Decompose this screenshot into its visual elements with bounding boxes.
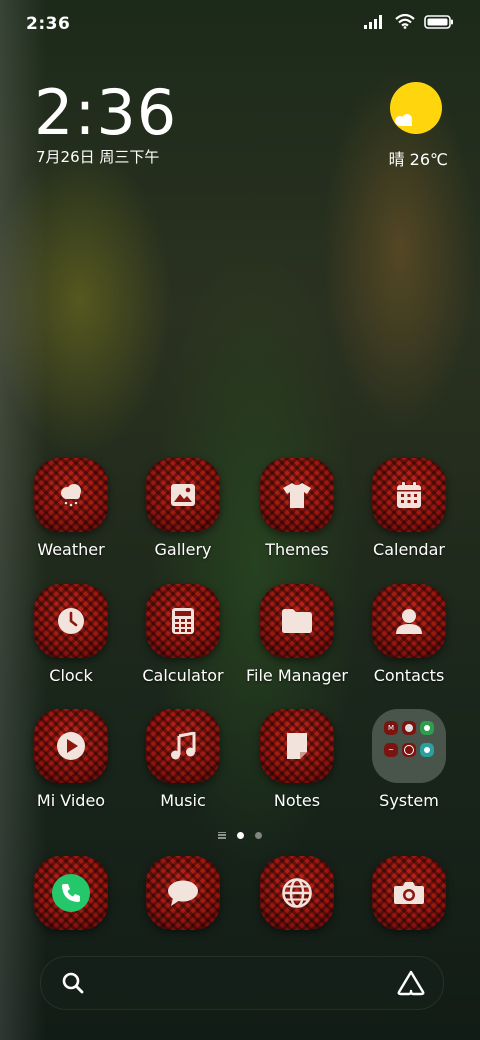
assistant-icon[interactable]: [397, 970, 425, 996]
app-drawer-lines-icon[interactable]: [218, 831, 226, 839]
app-contacts[interactable]: Contacts: [354, 584, 464, 685]
gallery-app-icon[interactable]: [146, 458, 220, 532]
home-screen: 2:36 2:36 7月26日 周三下午 晴 26℃ Weather Galle…: [0, 0, 480, 1040]
app-label-contacts: Contacts: [373, 666, 445, 685]
page-indicator[interactable]: [0, 826, 480, 844]
app-clock[interactable]: Clock: [16, 584, 126, 685]
browser-icon: [282, 878, 312, 908]
app-mi-video[interactable]: Mi Video: [16, 709, 126, 810]
camera-app-icon[interactable]: [372, 856, 446, 930]
app-label-themes: Themes: [265, 540, 329, 559]
mi-video-app-icon[interactable]: [34, 709, 108, 783]
page-dot[interactable]: [255, 831, 262, 839]
gallery-icon: [171, 484, 195, 506]
app-label-file-manager: File Manager: [246, 666, 348, 685]
file-manager-app-icon[interactable]: [260, 584, 334, 658]
music-app-icon[interactable]: [146, 709, 220, 783]
mi-mini-icon: M: [384, 721, 398, 735]
app-calculator[interactable]: Calculator: [128, 584, 238, 685]
sun-icon: [390, 82, 442, 134]
weather-text: 晴 26℃: [388, 150, 448, 169]
app-music[interactable]: Music: [128, 709, 238, 810]
weather-app-icon[interactable]: [34, 458, 108, 532]
camera-icon: [394, 882, 424, 904]
calendar-app-icon[interactable]: [372, 458, 446, 532]
app-themes[interactable]: Themes: [242, 458, 352, 559]
app-label-clock: Clock: [49, 666, 93, 685]
calculator-icon: [172, 608, 194, 634]
notes-icon: [287, 733, 307, 759]
play-icon: [57, 732, 85, 760]
app-calendar[interactable]: Calendar: [354, 458, 464, 559]
app-file-manager[interactable]: File Manager: [242, 584, 352, 685]
app-label-calendar: Calendar: [373, 540, 445, 559]
clock-app-icon[interactable]: [34, 584, 108, 658]
app-gallery[interactable]: Gallery: [128, 458, 238, 559]
clock-widget-time[interactable]: 2:36: [34, 76, 177, 149]
calendar-icon: [397, 482, 421, 508]
app-label-mi-video: Mi Video: [36, 791, 106, 810]
status-bar: 2:36: [0, 0, 480, 50]
battery-icon: [424, 14, 453, 29]
phone-app-icon[interactable]: [34, 856, 108, 930]
app-label-calculator: Calculator: [142, 666, 224, 685]
music-icon: [171, 732, 196, 760]
phone-icon: [52, 874, 90, 912]
messages-icon: [168, 880, 198, 906]
security-mini-icon: [402, 721, 416, 735]
folder-icon: [282, 609, 312, 633]
themes-app-icon[interactable]: [260, 458, 334, 532]
health-mini-icon: ~: [384, 743, 398, 757]
app-weather[interactable]: Weather: [16, 458, 126, 559]
update-mini-icon: [420, 721, 434, 735]
app-label-music: Music: [160, 791, 206, 810]
system-folder-icon[interactable]: M ~: [372, 709, 446, 783]
dock-phone[interactable]: [16, 856, 126, 930]
themes-icon: [283, 483, 311, 508]
clock-icon: [58, 608, 84, 634]
app-notes[interactable]: Notes: [242, 709, 352, 810]
app-label-notes: Notes: [273, 791, 321, 810]
dock-camera[interactable]: [354, 856, 464, 930]
app-label-weather: Weather: [37, 540, 105, 559]
browser-app-icon[interactable]: [260, 856, 334, 930]
contacts-icon: [396, 609, 422, 634]
clock-widget-date: 7月26日 周三下午: [36, 148, 160, 166]
app-label-gallery: Gallery: [154, 540, 212, 559]
search-bar[interactable]: [40, 956, 444, 1010]
status-icons: [364, 14, 454, 29]
browser-mini-icon: [420, 743, 434, 757]
folder-preview-grid: M ~: [384, 721, 434, 761]
messages-app-icon[interactable]: [146, 856, 220, 930]
notes-app-icon[interactable]: [260, 709, 334, 783]
page-dot-active[interactable]: [237, 831, 244, 839]
dock-browser[interactable]: [242, 856, 352, 930]
contacts-app-icon[interactable]: [372, 584, 446, 658]
cloud-icon: [395, 114, 412, 126]
search-icon[interactable]: [61, 971, 85, 995]
weather-icon: [61, 484, 81, 507]
app-label-system: System: [379, 791, 439, 810]
weather-widget[interactable]: 晴 26℃: [358, 82, 448, 172]
app-system-folder[interactable]: M ~ System: [354, 709, 464, 810]
dock-messages[interactable]: [128, 856, 238, 930]
status-time: 2:36: [26, 14, 71, 34]
wifi-icon: [395, 14, 415, 29]
signal-icon: [364, 14, 382, 29]
calculator-app-icon[interactable]: [146, 584, 220, 658]
compass-mini-icon: [402, 743, 416, 757]
